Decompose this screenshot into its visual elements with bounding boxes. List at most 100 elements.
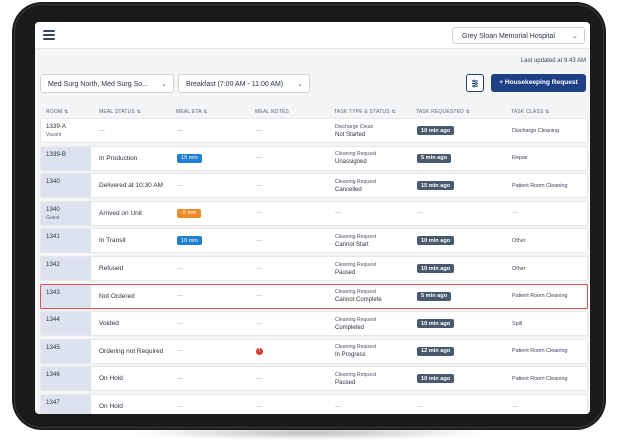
- task-type-status-cell: Cleaning Request Unassigned: [335, 147, 376, 170]
- table-row[interactable]: 1342 Refused --- --- Cleaning Request Pau…: [40, 256, 588, 281]
- meal-notes-cell: ---: [256, 202, 262, 225]
- meal-notes-cell: ---: [256, 285, 262, 308]
- meal-notes-empty: ---: [256, 182, 262, 189]
- task-class: ---: [512, 403, 518, 410]
- task-requested-cell: 10 min ago: [417, 119, 455, 142]
- task-requested-empty: ---: [417, 403, 423, 410]
- meal-eta-badge: 15 min: [177, 153, 202, 163]
- hospital-select[interactable]: Grey Sloan Memorial Hospital ⌄: [452, 27, 585, 44]
- meal-eta-cell: ---: [177, 395, 183, 414]
- task-requested-badge: 15 min ago: [417, 181, 455, 191]
- task-requested-cell: 10 min ago: [417, 367, 455, 390]
- table-row[interactable]: 1346 On Hold --- --- Cleaning Request Pau…: [40, 366, 588, 392]
- meal-eta-cell: 10 min: [177, 229, 202, 252]
- meal-status-cell: Refused: [99, 257, 123, 280]
- meal-notes-cell: ---: [256, 395, 262, 414]
- chevron-down-icon: ⌄: [572, 33, 578, 40]
- meal-status: Arrived on Unit: [99, 209, 142, 217]
- task-status: Paused: [335, 269, 356, 276]
- task-requested-cell: 5 min ago: [417, 147, 452, 170]
- table-row[interactable]: 1339-A Vacant --- --- --- Discharge Clea…: [40, 118, 588, 143]
- meal-eta-empty: ---: [177, 403, 183, 410]
- table-row[interactable]: 1340 Guest Arrived on Unit -5 min --- --…: [40, 200, 588, 226]
- meal-eta-empty: ---: [177, 265, 183, 272]
- meal-eta-empty: ---: [177, 127, 183, 134]
- meal-notes-empty: ---: [256, 237, 262, 244]
- hamburger-menu-icon[interactable]: [43, 30, 55, 40]
- sliders-icon: [472, 79, 478, 88]
- column-meal-notes: MEAL NOTES: [255, 109, 290, 115]
- task-type-status-cell: Discharge Clean Not Started: [335, 119, 373, 142]
- meal-notes-cell: ---: [256, 367, 262, 390]
- meal-notes-cell: ---: [256, 312, 262, 335]
- top-bar: Grey Sloan Memorial Hospital ⌄: [35, 22, 590, 49]
- meal-eta-empty: ---: [177, 348, 183, 355]
- meal-eta-empty: ---: [177, 182, 183, 189]
- error-circle-icon[interactable]: !: [256, 347, 263, 355]
- task-class-cell: Other: [512, 257, 525, 280]
- meal-eta-badge: 10 min: [177, 236, 202, 246]
- meal-status-cell: ---: [99, 119, 105, 142]
- add-housekeeping-request-button[interactable]: + Housekeeping Request: [491, 74, 586, 92]
- task-requested-cell: 15 min ago: [417, 174, 455, 197]
- task-status: Unassigned: [335, 159, 367, 166]
- room-number: 1345: [46, 343, 60, 351]
- meal-status-cell: Arrived on Unit: [99, 202, 142, 225]
- task-requested-badge: 12 min ago: [417, 346, 455, 356]
- column-room[interactable]: ROOM ⇅: [46, 109, 68, 115]
- room-number: 1344: [46, 316, 60, 324]
- task-status: Cancelled: [335, 186, 362, 193]
- meal-notes-empty: ---: [256, 293, 262, 300]
- table-row[interactable]: 1340 Delivered at 10:30 AM --- --- Clean…: [40, 173, 588, 199]
- meal-notes-empty: ---: [256, 127, 262, 134]
- meal-notes-empty: ---: [256, 265, 262, 272]
- room-cell: 1342: [41, 257, 91, 280]
- meal-eta-cell: ---: [177, 285, 183, 308]
- column-meal-eta[interactable]: MEAL ETA ⇅: [176, 109, 207, 115]
- table-row[interactable]: 1347 On Hold --- --- --- --- ---: [40, 394, 588, 414]
- task-requested-badge: 5 min ago: [417, 153, 452, 163]
- meal-status-cell: Ordering not Required: [99, 340, 163, 363]
- meal-status-cell: On Hold: [99, 395, 123, 414]
- task-class-cell: Spill: [512, 312, 522, 335]
- meal-eta-cell: ---: [177, 367, 183, 390]
- task-class: Discharge Cleaning: [512, 127, 560, 134]
- task-requested-badge: 5 min ago: [417, 291, 452, 301]
- task-status: Not Started: [335, 131, 366, 138]
- unit-filter-value: Med Surg North, Med Surg So...: [48, 81, 148, 88]
- meal-notes-empty: ---: [256, 375, 262, 382]
- meal-eta-cell: ---: [177, 340, 183, 363]
- unit-filter-select[interactable]: Med Surg North, Med Surg So... ⌄: [40, 74, 174, 93]
- meal-eta-empty: ---: [177, 375, 183, 382]
- meal-eta-cell: ---: [177, 174, 183, 197]
- column-task-requested[interactable]: TASK REQUESTED ⇅: [416, 109, 470, 115]
- meal-notes-cell: ---: [256, 257, 262, 280]
- table-row[interactable]: 1343 Not Ordered --- --- Cleaning Reques…: [40, 283, 588, 309]
- room-occupancy: Guest: [46, 214, 60, 221]
- table-row[interactable]: 1344 Voided --- --- Cleaning Request Comp…: [40, 311, 588, 337]
- chevron-down-icon: ⌄: [297, 81, 303, 88]
- table-row[interactable]: 1341 In Transit 10 min --- Cleaning Requ…: [40, 228, 588, 254]
- meal-period-select[interactable]: Breakfast (7:00 AM - 11:00 AM) ⌄: [178, 74, 310, 93]
- task-class: Other: [512, 265, 526, 272]
- column-task-class[interactable]: TASK CLASS ⇅: [511, 109, 549, 115]
- meal-notes-empty: ---: [256, 155, 262, 162]
- table-row[interactable]: 1339-B In Production 15 min --- Cleaning…: [40, 145, 588, 171]
- task-type: Cleaning Request: [335, 289, 377, 296]
- task-class-cell: Other: [512, 229, 525, 252]
- room-number: 1341: [46, 233, 60, 241]
- task-type-status-cell: Cleaning Request Cancelled: [335, 174, 376, 197]
- column-task-type-status[interactable]: TASK TYPE & STATUS ⇅: [334, 109, 396, 115]
- task-type: Cleaning Request: [335, 178, 377, 185]
- column-meal-status[interactable]: MEAL STATUS ⇅: [99, 109, 141, 115]
- task-class: ---: [512, 210, 518, 217]
- meal-notes-cell: ---: [256, 119, 262, 142]
- task-type: Cleaning Request: [335, 316, 377, 323]
- table-row[interactable]: 1345 Ordering not Required --- ! Cleanin…: [40, 338, 588, 364]
- task-requested-badge: 10 min ago: [417, 319, 455, 329]
- task-type: Cleaning Request: [335, 344, 377, 351]
- task-requested-cell: 12 min ago: [417, 340, 455, 363]
- task-class-cell: Patient Room Cleaning: [512, 367, 567, 390]
- task-type-empty: ---: [335, 403, 341, 410]
- view-settings-button[interactable]: [466, 74, 484, 92]
